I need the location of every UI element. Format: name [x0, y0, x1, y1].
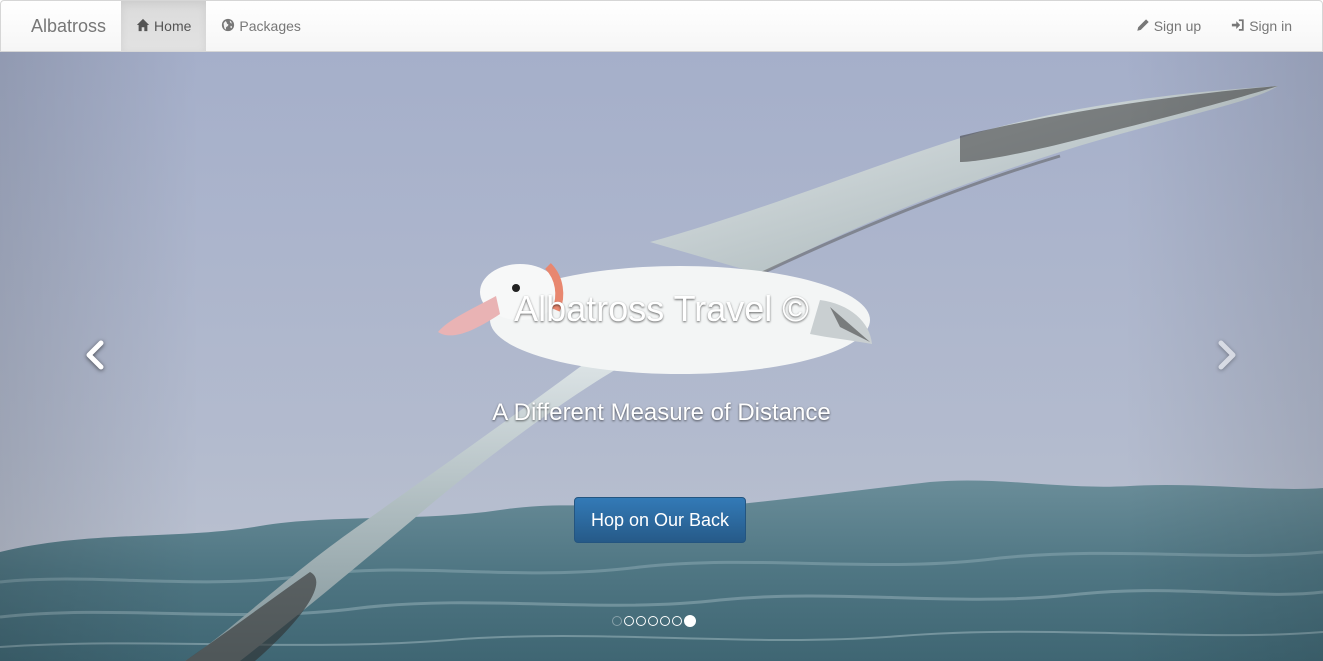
navbar: Albatross Home Packages Sign up Sign in: [0, 0, 1323, 52]
carousel-indicator[interactable]: [636, 616, 646, 626]
carousel-indicators: [612, 615, 696, 627]
chevron-right-icon: [1213, 340, 1239, 375]
carousel-indicator-active[interactable]: [684, 615, 696, 627]
nav-item-packages[interactable]: Packages: [206, 1, 315, 51]
globe-icon: [221, 18, 235, 35]
nav-label-sign-in: Sign in: [1249, 18, 1292, 34]
home-icon: [136, 18, 150, 35]
carousel-next-control[interactable]: [1206, 337, 1246, 377]
nav-left: Home Packages: [121, 1, 316, 51]
pencil-icon: [1136, 18, 1150, 35]
hop-on-button[interactable]: Hop on Our Back: [574, 497, 746, 543]
brand-link[interactable]: Albatross: [1, 1, 121, 51]
nav-label-sign-up: Sign up: [1153, 18, 1202, 34]
nav-label-home: Home: [154, 18, 192, 34]
nav-item-home[interactable]: Home: [121, 1, 207, 51]
carousel-indicator[interactable]: [648, 616, 658, 626]
carousel-prev-control[interactable]: [76, 337, 116, 377]
nav-right: Sign up Sign in: [1121, 1, 1322, 51]
nav-item-sign-in[interactable]: Sign in: [1216, 1, 1307, 51]
nav-label-packages: Packages: [239, 18, 301, 34]
nav-item-sign-up[interactable]: Sign up: [1121, 1, 1216, 51]
hero-subtitle: A Different Measure of Distance: [492, 399, 831, 426]
hero-carousel: Albatross Travel © A Different Measure o…: [0, 52, 1323, 661]
carousel-indicator[interactable]: [624, 616, 634, 626]
hero-title: Albatross Travel ©: [514, 288, 809, 329]
carousel-indicator[interactable]: [612, 616, 622, 626]
carousel-indicator[interactable]: [660, 616, 670, 626]
chevron-left-icon: [83, 340, 109, 375]
log-in-icon: [1231, 18, 1245, 35]
carousel-indicator[interactable]: [672, 616, 682, 626]
